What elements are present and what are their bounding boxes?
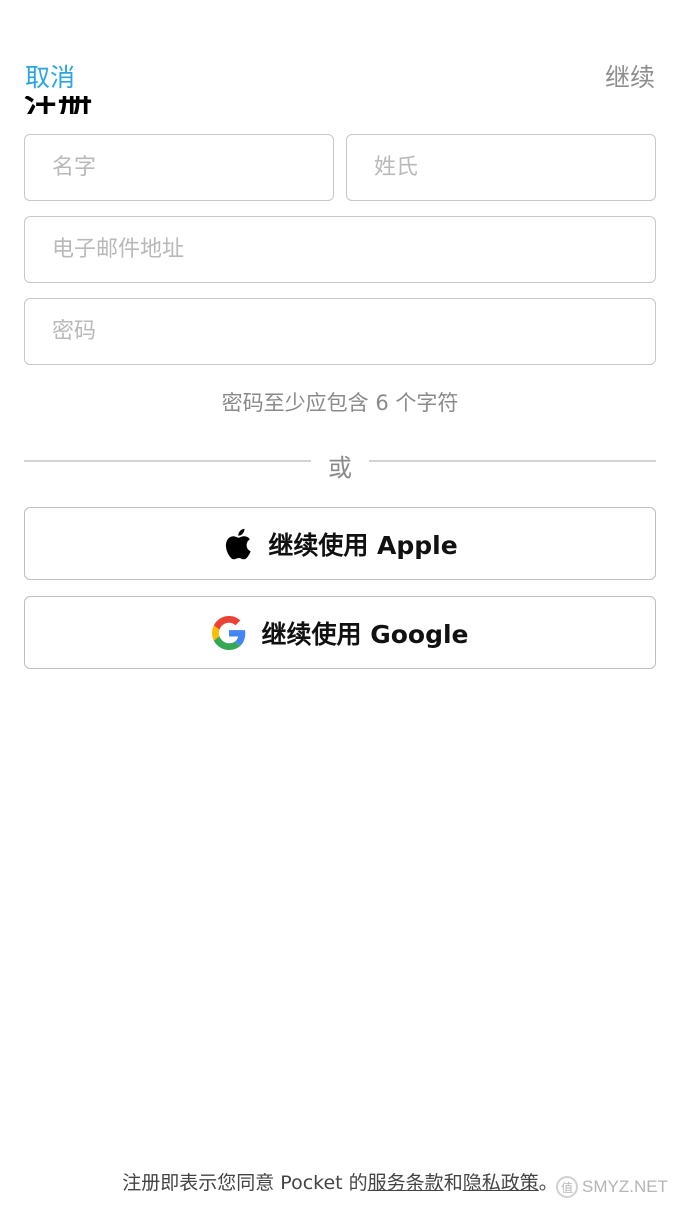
password-field[interactable] [24, 298, 656, 365]
last-name-input[interactable] [347, 135, 655, 200]
email-field[interactable] [24, 216, 656, 283]
privacy-policy-link[interactable]: 隐私政策 [463, 1172, 539, 1194]
page-title: 注册 [24, 96, 92, 114]
email-input[interactable] [25, 217, 655, 282]
watermark-logo-icon: 值 [556, 1176, 578, 1198]
google-button-label: 继续使用 Google [261, 619, 469, 649]
password-input[interactable] [25, 299, 655, 364]
page-title-clip: 注册 [24, 96, 324, 114]
divider-label: 或 [328, 454, 352, 482]
continue-with-google-button[interactable]: 继续使用 Google [24, 596, 656, 669]
password-hint: 密码至少应包含 6 个字符 [221, 391, 459, 415]
divider-line-right [369, 460, 656, 462]
apple-button-label: 继续使用 Apple [268, 530, 458, 560]
footer-conjunction: 和 [443, 1172, 463, 1194]
first-name-field[interactable] [24, 134, 334, 201]
apple-logo-icon [222, 527, 252, 561]
last-name-field[interactable] [346, 134, 656, 201]
navigation-bar: 取消 继续 [0, 0, 680, 110]
first-name-input[interactable] [25, 135, 333, 200]
cancel-button[interactable]: 取消 [25, 58, 75, 94]
continue-button[interactable]: 继续 [605, 58, 655, 94]
google-logo-icon [211, 615, 246, 650]
watermark: 值 SMYZ.NET [556, 1176, 668, 1198]
watermark-text: SMYZ.NET [582, 1177, 668, 1196]
terms-of-service-link[interactable]: 服务条款 [368, 1172, 444, 1194]
footer-prefix: 注册即表示您同意 Pocket 的 [122, 1172, 368, 1194]
continue-with-apple-button[interactable]: 继续使用 Apple [24, 507, 656, 580]
footer-suffix: 。 [538, 1172, 558, 1194]
